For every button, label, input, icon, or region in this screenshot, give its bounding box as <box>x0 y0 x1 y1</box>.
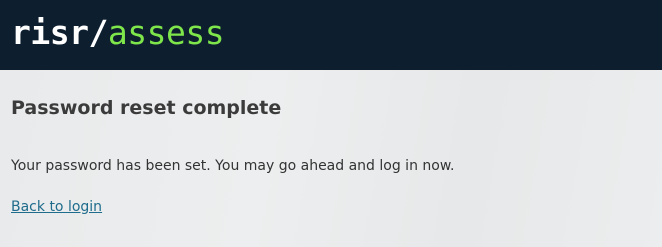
risr-assess-logo[interactable]: risr/assess <box>11 10 225 56</box>
confirmation-message: Your password has been set. You may go a… <box>11 158 455 174</box>
main-content: Password reset complete Your password ha… <box>0 70 662 247</box>
logo-product-text: assess <box>107 13 225 52</box>
logo-brand-text: risr <box>11 13 89 52</box>
page-title: Password reset complete <box>11 97 282 119</box>
logo-slash-text: / <box>88 13 108 52</box>
top-header: risr/assess <box>0 0 662 70</box>
back-to-login-link[interactable]: Back to login <box>11 199 102 215</box>
